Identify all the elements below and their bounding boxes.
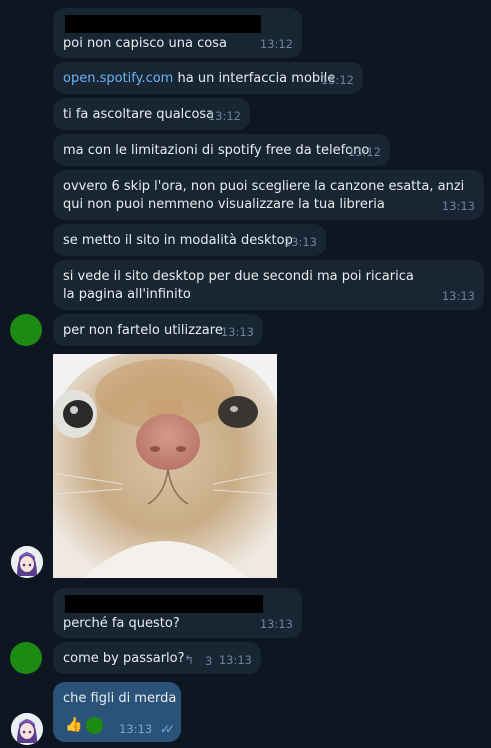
message-text: ovvero 6 skip l'ora, non puoi scegliere …: [63, 179, 465, 212]
message-text: se metto il sito in modalità desktop: [63, 233, 293, 248]
message-time: 13:13: [220, 325, 254, 339]
outgoing-message-bubble[interactable]: che figli di merda 👍 13:13 ✓✓: [53, 682, 181, 742]
double-check-icon: ✓✓: [160, 722, 175, 736]
message-bubble[interactable]: open.spotify.com ha un interfaccia mobil…: [53, 62, 363, 94]
message-text: ma con le limitazioni di spotify free da…: [63, 143, 370, 158]
reply-arrow-icon[interactable]: ↰: [184, 651, 194, 669]
message-bubble[interactable]: ti fa ascoltare qualcosa 13:12: [53, 98, 250, 130]
redacted-sender-name: [65, 595, 263, 613]
message-bubble[interactable]: ovvero 6 skip l'ora, non puoi scegliere …: [53, 170, 484, 220]
message-text: che figli di merda: [63, 691, 177, 706]
message-bubble[interactable]: perché fa questo? 13:13: [53, 588, 302, 638]
message-time: 13:12: [259, 37, 293, 51]
reply-count[interactable]: 3: [205, 652, 212, 670]
sender-avatar[interactable]: [10, 642, 42, 674]
message-bubble[interactable]: ma con le limitazioni di spotify free da…: [53, 134, 390, 166]
sender-avatar[interactable]: [10, 314, 42, 346]
message-text: come by passarlo?: [63, 651, 185, 666]
user-avatar[interactable]: [11, 713, 43, 745]
redacted-sender-name: [65, 15, 261, 33]
message-time: 13:12: [347, 145, 381, 159]
message-bubble[interactable]: come by passarlo? ↰ 3 13:13: [53, 642, 261, 674]
message-time: 13:12: [320, 73, 354, 87]
spotify-link[interactable]: open.spotify.com: [63, 71, 173, 86]
thumbs-up-reaction[interactable]: 👍: [65, 716, 82, 734]
message-time: 13:12: [207, 109, 241, 123]
message-bubble[interactable]: si vede il sito desktop per due secondi …: [53, 260, 484, 310]
message-time: 13:13: [119, 722, 153, 736]
cat-image: [53, 354, 277, 578]
message-text: ti fa ascoltare qualcosa: [63, 107, 215, 122]
message-bubble[interactable]: se metto il sito in modalità desktop 13:…: [53, 224, 326, 256]
user-avatar[interactable]: [11, 546, 43, 578]
message-text: si vede il sito desktop per due secondi …: [63, 269, 414, 302]
message-time: 13:13: [259, 617, 293, 631]
reaction-avatar: [85, 716, 104, 735]
message-bubble[interactable]: per non fartelo utilizzare 13:13: [53, 314, 263, 346]
message-time: 13:13: [218, 653, 252, 667]
message-text: perché fa questo?: [63, 616, 180, 631]
anime-avatar-icon: [11, 713, 43, 745]
message-text: per non fartelo utilizzare: [63, 323, 223, 338]
message-text: poi non capisco una cosa: [63, 36, 227, 51]
message-bubble[interactable]: poi non capisco una cosa 13:12: [53, 8, 302, 58]
message-text: open.spotify.com ha un interfaccia mobil…: [63, 71, 336, 86]
anime-avatar-icon: [11, 546, 43, 578]
message-time: 13:13: [283, 235, 317, 249]
message-time: 13:13: [441, 289, 475, 303]
message-time: 13:13: [441, 199, 475, 213]
cat-photo[interactable]: [53, 354, 277, 578]
